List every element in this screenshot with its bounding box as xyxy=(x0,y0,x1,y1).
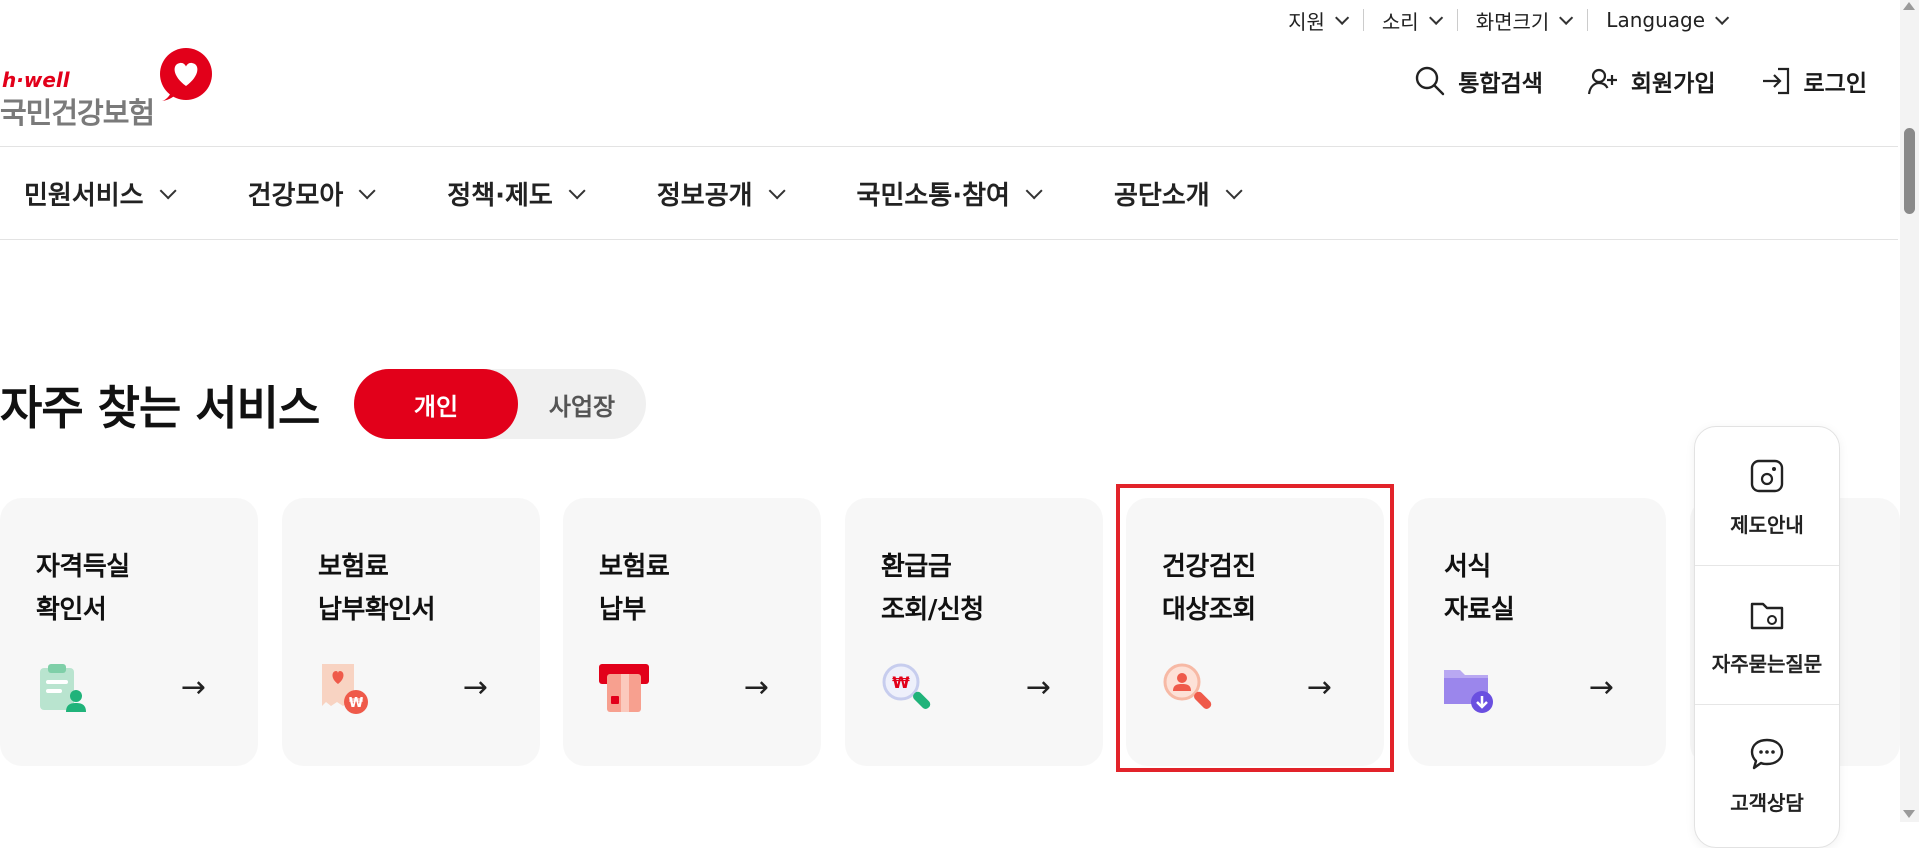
chevron-down-icon xyxy=(1025,182,1043,200)
highlight-box xyxy=(1116,484,1394,772)
login-label: 로그인 xyxy=(1803,71,1867,97)
util-language[interactable]: Language xyxy=(1588,6,1743,34)
chevron-down-icon xyxy=(358,182,376,200)
svg-text:₩: ₩ xyxy=(349,696,364,711)
card-title: 서식자료실 xyxy=(1444,546,1515,632)
card-title-line2: 확인서 xyxy=(36,595,107,625)
util-language-label: Language xyxy=(1606,8,1705,32)
util-screen-size[interactable]: 화면크기 xyxy=(1458,6,1588,34)
gnb-menu-label: 민원서비스 xyxy=(24,180,144,211)
quick-menu-panel: 제도안내 자주묻는질문 고객상담 xyxy=(1694,426,1840,848)
gnb-menu-label: 국민소통·참여 xyxy=(856,180,1010,211)
quick-item-guide[interactable]: 제도안내 xyxy=(1695,427,1839,565)
util-screen-size-label: 화면크기 xyxy=(1475,9,1550,34)
arrow-right-icon: → xyxy=(1025,670,1051,705)
chevron-down-icon xyxy=(1334,10,1350,25)
util-sound[interactable]: 소리 xyxy=(1364,6,1457,34)
service-card-forms[interactable]: 서식자료실 → xyxy=(1408,498,1666,766)
gnb-menu-about[interactable]: 공단소개 xyxy=(1113,175,1243,212)
search-label: 통합검색 xyxy=(1458,71,1543,97)
chevron-down-icon xyxy=(159,182,177,200)
chevron-down-icon xyxy=(1715,10,1730,25)
gnb-menu-label: 정책·제도 xyxy=(447,180,553,211)
site-logo[interactable]: h·well 국민건강보험 xyxy=(0,46,220,130)
heart-logo-icon xyxy=(160,48,212,101)
util-support[interactable]: 지원 xyxy=(1270,6,1363,34)
main-navigation: 민원서비스 건강모아 정책·제도 정보공개 국민소통·참여 공단소개 xyxy=(0,146,1898,240)
gnb-menu-health[interactable]: 건강모아 xyxy=(247,175,376,212)
login-button[interactable]: 로그인 xyxy=(1760,64,1867,98)
clipboard-person-icon xyxy=(40,664,86,712)
card-title-line2: 자료실 xyxy=(1444,595,1515,625)
card-title-line2: 조회/신청 xyxy=(881,595,984,625)
card-title-line1: 자격득실 xyxy=(36,552,130,582)
arrow-right-icon: → xyxy=(1588,670,1614,705)
chevron-down-icon xyxy=(1428,10,1443,25)
search-icon xyxy=(1416,66,1445,96)
chevron-down-icon xyxy=(1225,182,1243,200)
toggle-business[interactable]: 사업장 xyxy=(518,369,646,439)
gnb-menu-disclosure[interactable]: 정보공개 xyxy=(656,175,786,212)
guide-icon xyxy=(1750,459,1784,493)
card-title-line2: 납부 xyxy=(599,595,646,625)
magnifier-won-icon: ₩ xyxy=(882,663,931,709)
chevron-down-icon xyxy=(1559,10,1574,25)
card-title: 자격득실확인서 xyxy=(36,546,130,632)
receipt-won-icon: ₩ xyxy=(322,664,368,714)
gnb-menu-label: 정보공개 xyxy=(656,180,753,211)
utility-bar: 지원 소리 화면크기 Language xyxy=(1270,6,1743,34)
search-button[interactable]: 통합검색 xyxy=(1414,64,1543,98)
join-label: 회원가입 xyxy=(1630,71,1716,97)
card-title-line1: 환급금 xyxy=(881,552,952,582)
gnb-menu-civil-service[interactable]: 민원서비스 xyxy=(24,175,177,212)
quick-item-label: 제도안내 xyxy=(1730,513,1804,537)
card-title: 보험료납부 xyxy=(599,546,670,632)
service-card-premium-certificate[interactable]: 보험료납부확인서 ₩ → xyxy=(282,498,540,766)
util-sound-label: 소리 xyxy=(1381,9,1419,34)
gnb-menu-label: 건강모아 xyxy=(247,180,344,211)
scrollbar-track[interactable] xyxy=(1900,0,1919,822)
service-card-qualification[interactable]: 자격득실확인서 → xyxy=(0,498,258,766)
service-card-refund[interactable]: 환급금조회/신청 ₩ → xyxy=(845,498,1103,766)
logo-name: 국민건강보험 xyxy=(0,96,155,130)
card-title-line2: 납부확인서 xyxy=(318,595,436,625)
scroll-up-arrow-icon[interactable] xyxy=(1903,2,1915,10)
folder-download-icon xyxy=(1444,670,1493,713)
quick-item-label: 고객상담 xyxy=(1730,791,1804,815)
header-actions: 통합검색 회원가입 로그인 xyxy=(1414,64,1867,98)
section-title: 자주 찾는 서비스 xyxy=(0,381,320,435)
arrow-right-icon: → xyxy=(462,670,488,705)
arrow-right-icon: → xyxy=(743,670,769,705)
logo-tagline: h·well xyxy=(2,68,70,92)
user-plus-icon xyxy=(1587,68,1617,95)
chevron-down-icon xyxy=(568,182,586,200)
card-payment-icon xyxy=(599,664,649,712)
card-title-line1: 서식 xyxy=(1444,552,1491,582)
chat-icon xyxy=(1750,738,1784,770)
quick-item-label: 자주묻는질문 xyxy=(1711,652,1823,676)
card-title-line1: 보험료 xyxy=(599,552,670,582)
quick-item-faq[interactable]: 자주묻는질문 xyxy=(1695,566,1839,704)
arrow-right-icon: → xyxy=(180,670,206,705)
login-icon xyxy=(1762,67,1789,95)
gnb-menu-participation[interactable]: 국민소통·참여 xyxy=(856,175,1043,212)
service-type-toggle: 개인 사업장 xyxy=(354,369,646,439)
card-title: 환급금조회/신청 xyxy=(881,546,984,632)
scroll-down-arrow-icon[interactable] xyxy=(1903,810,1915,818)
util-support-label: 지원 xyxy=(1288,9,1325,34)
quick-item-consult[interactable]: 고객상담 xyxy=(1695,705,1839,843)
service-card-premium-payment[interactable]: 보험료납부 → xyxy=(563,498,821,766)
gnb-menu-policy[interactable]: 정책·제도 xyxy=(447,175,586,212)
card-title-line1: 보험료 xyxy=(318,552,389,582)
toggle-personal[interactable]: 개인 xyxy=(354,369,518,439)
scrollbar-thumb[interactable] xyxy=(1904,128,1915,214)
join-button[interactable]: 회원가입 xyxy=(1587,64,1716,98)
card-title: 보험료납부확인서 xyxy=(318,546,436,632)
faq-folder-icon xyxy=(1750,602,1784,630)
gnb-menu-label: 공단소개 xyxy=(1113,180,1210,211)
chevron-down-icon xyxy=(768,182,786,200)
svg-text:₩: ₩ xyxy=(892,673,910,692)
